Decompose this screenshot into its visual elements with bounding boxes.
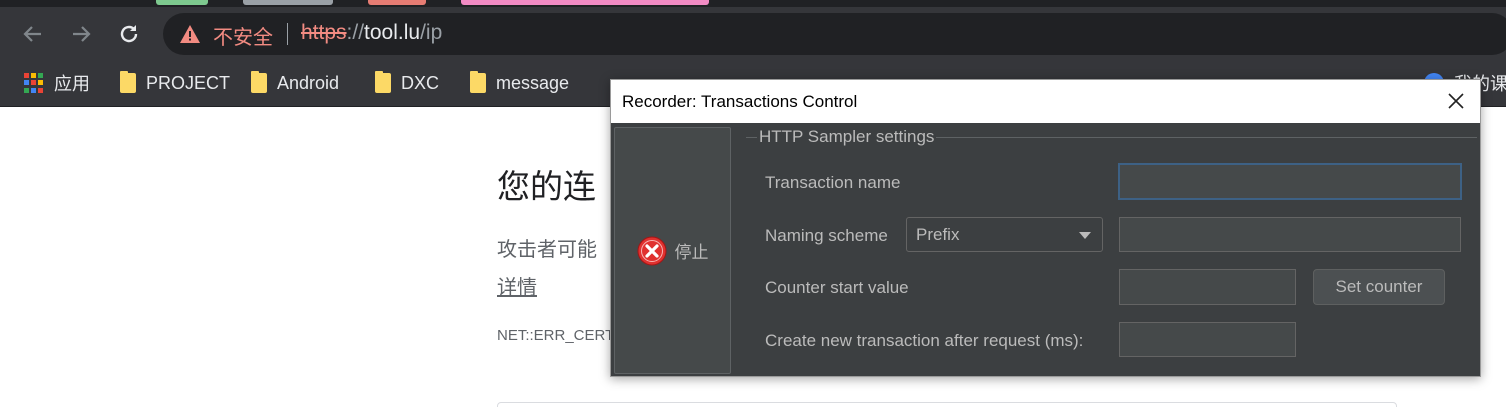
not-secure-label[interactable]: 不安全 bbox=[213, 21, 273, 50]
arrow-right-icon bbox=[73, 26, 91, 42]
dialog-title: Recorder: Transactions Control bbox=[622, 92, 858, 111]
forward-button[interactable] bbox=[66, 19, 96, 49]
tab-indicator[interactable] bbox=[243, 0, 333, 5]
stop-button[interactable]: 停止 bbox=[614, 127, 731, 374]
folder-icon bbox=[470, 71, 486, 93]
page-box bbox=[497, 402, 1397, 407]
counter-start-label: Counter start value bbox=[765, 278, 909, 297]
folder-icon bbox=[251, 71, 267, 93]
bookmark-label: PROJECT bbox=[146, 72, 231, 93]
url-separator: :// bbox=[346, 21, 365, 44]
page-body-text: 攻击者可能 bbox=[497, 237, 597, 261]
bookmark-dxc[interactable]: DXC bbox=[375, 69, 439, 97]
dialog-titlebar[interactable]: Recorder: Transactions Control bbox=[611, 80, 1480, 123]
bookmark-project[interactable]: PROJECT bbox=[120, 69, 230, 97]
transaction-name-label: Transaction name bbox=[765, 173, 901, 192]
naming-scheme-input[interactable] bbox=[1119, 217, 1461, 252]
folder-icon bbox=[120, 71, 136, 93]
browser-toolbar: 不安全 https://tool.lu/ip bbox=[0, 7, 1506, 61]
stop-icon bbox=[637, 236, 666, 265]
folder-icon bbox=[375, 71, 391, 93]
reload-button[interactable] bbox=[114, 19, 144, 49]
details-link[interactable]: 详情 bbox=[497, 271, 537, 300]
tab-indicator[interactable] bbox=[156, 0, 208, 5]
address-bar[interactable]: 不安全 https://tool.lu/ip bbox=[163, 13, 1506, 55]
bookmark-message[interactable]: message bbox=[470, 69, 569, 97]
tab-indicator[interactable] bbox=[461, 0, 709, 5]
url-text[interactable]: https://tool.lu/ip bbox=[301, 21, 442, 45]
warning-icon[interactable] bbox=[179, 24, 201, 44]
stop-label: 停止 bbox=[674, 243, 709, 263]
naming-scheme-label: Naming scheme bbox=[765, 226, 888, 245]
reload-icon bbox=[120, 25, 138, 43]
bookmark-label: DXC bbox=[401, 72, 440, 93]
tab-strip bbox=[0, 0, 1506, 7]
tab-indicator[interactable] bbox=[368, 0, 426, 5]
page-heading: 您的连 bbox=[497, 167, 596, 206]
naming-scheme-value: Prefix bbox=[916, 225, 960, 244]
bookmark-label: message bbox=[496, 72, 570, 93]
bookmark-label: Android bbox=[277, 72, 340, 93]
url-path: /ip bbox=[420, 21, 443, 44]
chevron-down-icon bbox=[1079, 232, 1091, 239]
bookmark-label: 应用 bbox=[54, 74, 90, 94]
naming-scheme-select[interactable]: Prefix bbox=[906, 217, 1103, 252]
arrow-left-icon bbox=[23, 26, 41, 42]
error-code: NET::ERR_CERT bbox=[497, 327, 615, 344]
bookmark-android[interactable]: Android bbox=[251, 69, 339, 97]
divider bbox=[287, 23, 288, 45]
new-transaction-input[interactable] bbox=[1119, 322, 1296, 357]
section-legend: HTTP Sampler settings bbox=[757, 127, 937, 147]
bookmark-apps[interactable]: 应用 bbox=[24, 69, 90, 97]
recorder-dialog: Recorder: Transactions Control 停止 HTTP S… bbox=[610, 79, 1481, 377]
transaction-name-input[interactable] bbox=[1118, 163, 1462, 200]
set-counter-button[interactable]: Set counter bbox=[1313, 269, 1445, 305]
apps-icon bbox=[24, 73, 44, 93]
close-icon[interactable] bbox=[1446, 91, 1466, 111]
back-button[interactable] bbox=[18, 19, 48, 49]
new-transaction-label: Create new transaction after request (ms… bbox=[765, 331, 1084, 350]
url-scheme: https bbox=[301, 21, 347, 44]
counter-start-input[interactable] bbox=[1119, 269, 1296, 305]
url-host: tool.lu bbox=[364, 21, 421, 44]
